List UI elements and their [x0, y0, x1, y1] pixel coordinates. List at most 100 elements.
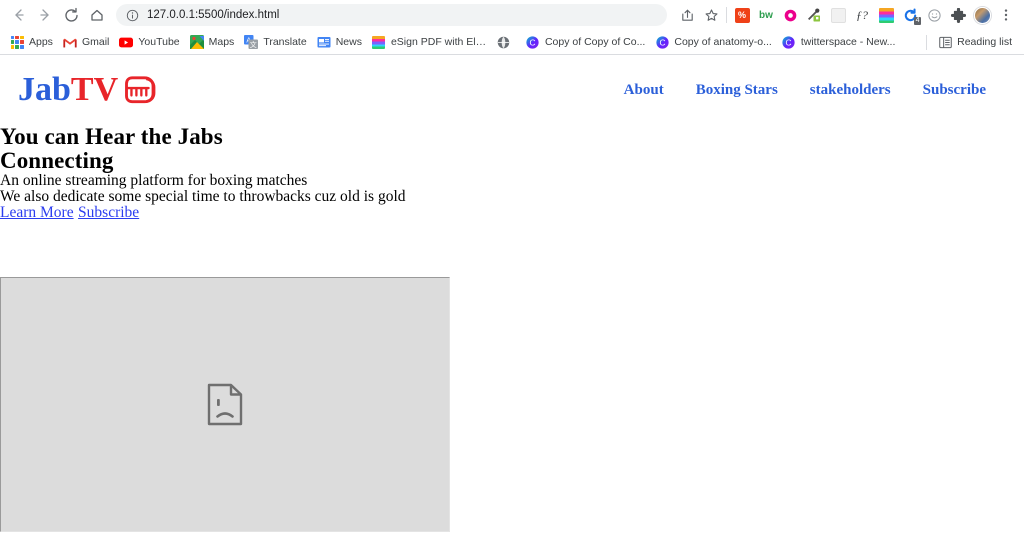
svg-text:C: C: [786, 37, 792, 47]
svg-text:文: 文: [250, 40, 257, 49]
extension-function-icon: ƒ?: [856, 7, 868, 22]
home-icon: [91, 9, 103, 21]
broken-image-icon: [207, 383, 243, 426]
chrome-menu-button[interactable]: [994, 2, 1018, 28]
bookmark-news[interactable]: News: [313, 33, 368, 51]
canva-icon: C: [655, 35, 669, 49]
browser-toolbar: 127.0.0.1:5500/index.html % bw ƒ? 4: [0, 0, 1024, 30]
extension-bw-icon: bw: [759, 9, 773, 21]
subscribe-link[interactable]: Subscribe: [78, 204, 139, 221]
bookmark-gmail-label: Gmail: [81, 36, 110, 48]
bookmark-copy-of-copy[interactable]: C Copy of Copy of Co...: [522, 33, 651, 51]
url-text[interactable]: 127.0.0.1:5500/index.html: [147, 9, 279, 21]
extension-rainbow-icon: [878, 7, 894, 23]
youtube-icon: [119, 35, 134, 49]
reload-icon: [64, 7, 78, 22]
arrow-left-icon: [15, 9, 24, 21]
bookmark-news-label: News: [335, 36, 362, 48]
bookmark-esign[interactable]: eSign PDF with Elec...: [368, 33, 493, 51]
bookmarks-bar: Apps Gmail YouTube Maps 文 Translate News…: [0, 30, 1024, 54]
extension-gray-square-button[interactable]: [826, 2, 850, 28]
extension-smiley-button[interactable]: [922, 2, 946, 28]
hero-cta-group: Learn More Subscribe: [0, 205, 1024, 221]
svg-text:C: C: [659, 37, 665, 47]
boxing-fist-icon: [125, 76, 156, 104]
address-bar[interactable]: 127.0.0.1:5500/index.html: [116, 4, 667, 26]
hero-subtitle-2: We also dedicate some special time to th…: [0, 188, 406, 205]
extension-rainbow-button[interactable]: [874, 2, 898, 28]
info-circle-icon[interactable]: [126, 9, 139, 22]
extension-smiley-icon: [927, 8, 941, 22]
nav-link-about[interactable]: About: [624, 82, 664, 99]
extension-bw-button[interactable]: bw: [754, 2, 778, 28]
extension-target-button[interactable]: [778, 2, 802, 28]
bookmark-apps-label: Apps: [29, 36, 53, 48]
extension-target-icon: [784, 9, 796, 21]
reading-list-label: Reading list: [957, 36, 1012, 48]
chrome-menu-icon: [1004, 9, 1008, 21]
logo-text-jab: Jab: [18, 71, 71, 108]
browser-chrome: 127.0.0.1:5500/index.html % bw ƒ? 4 Apps…: [0, 0, 1024, 55]
site-logo[interactable]: Jab TV: [18, 71, 160, 109]
share-icon: [681, 9, 693, 21]
bookmark-star-button[interactable]: [699, 2, 723, 28]
nav-link-subscribe[interactable]: Subscribe: [923, 82, 986, 99]
hero-image-placeholder: [0, 277, 450, 532]
reload-button[interactable]: [58, 2, 84, 28]
bookmark-youtube-label: YouTube: [138, 36, 180, 48]
bookmark-maps[interactable]: Maps: [186, 33, 241, 51]
bookmark-esign-label: eSign PDF with Elec...: [390, 36, 487, 48]
reading-list-button[interactable]: Reading list: [934, 33, 1018, 51]
bookmarks-divider: [926, 34, 928, 50]
maps-icon: [189, 35, 204, 49]
arrow-right-icon: [40, 9, 49, 21]
bookmark-apps[interactable]: Apps: [6, 33, 59, 51]
nav-link-boxing-stars[interactable]: Boxing Stars: [696, 82, 778, 99]
translate-icon: A 文: [244, 35, 259, 49]
bookmark-star-icon: [705, 8, 717, 21]
bookmark-copy-of-copy-label: Copy of Copy of Co...: [544, 36, 646, 48]
globe-icon: [497, 35, 511, 49]
bookmark-gmail[interactable]: Gmail: [59, 33, 115, 51]
nav-link-stakeholders[interactable]: stakeholders: [810, 82, 891, 99]
back-button[interactable]: [6, 2, 32, 28]
page-title: You can Hear the Jabs Connecting: [0, 124, 223, 173]
bookmark-copy-anatomy[interactable]: C Copy of anatomy-o...: [651, 33, 777, 51]
extension-sync-badge: 4: [914, 17, 921, 25]
bookmark-copy-anatomy-label: Copy of anatomy-o...: [674, 36, 772, 48]
extension-function-button[interactable]: ƒ?: [850, 2, 874, 28]
apps-grid-icon: [10, 35, 24, 49]
gmail-icon: [63, 35, 77, 49]
bookmark-translate[interactable]: A 文 Translate: [240, 33, 312, 51]
extensions-puzzle-button[interactable]: [946, 2, 970, 28]
share-button[interactable]: [675, 2, 699, 28]
extension-percent-button[interactable]: %: [730, 2, 754, 28]
bookmark-maps-label: Maps: [208, 36, 235, 48]
rainbow-icon: [372, 35, 386, 49]
bookmark-globe[interactable]: [493, 33, 522, 51]
extensions-puzzle-icon: [950, 7, 966, 23]
home-button[interactable]: [84, 2, 110, 28]
page-viewport: Jab TV About Boxing Stars stakeholders S…: [0, 55, 1024, 544]
reading-list-icon: [938, 35, 952, 49]
logo-text-tv: TV: [70, 71, 119, 108]
hero-section: You can Hear the Jabs Connecting An onli…: [0, 125, 1024, 221]
extension-eyedropper-icon: [808, 8, 820, 22]
avatar: [973, 6, 991, 24]
site-nav: About Boxing Stars stakeholders Subscrib…: [624, 82, 986, 99]
extension-gray-square-icon: [830, 7, 846, 23]
extension-eyedropper-button[interactable]: [802, 2, 826, 28]
canva-icon: C: [782, 35, 796, 49]
learn-more-link[interactable]: Learn More: [0, 204, 74, 221]
canva-icon: C: [526, 35, 540, 49]
extension-sync-button[interactable]: 4: [898, 2, 922, 28]
bookmark-translate-label: Translate: [263, 36, 307, 48]
profile-avatar-button[interactable]: [970, 2, 994, 28]
forward-button[interactable]: [32, 2, 58, 28]
extension-percent-icon: %: [734, 7, 750, 23]
news-icon: [317, 35, 331, 49]
bookmark-youtube[interactable]: YouTube: [115, 33, 185, 51]
bookmark-twitterspace-label: twitterspace - New...: [800, 36, 896, 48]
bookmark-twitterspace[interactable]: C twitterspace - New...: [778, 33, 902, 51]
hero-subtitle-1: An online streaming platform for boxing …: [0, 172, 308, 189]
